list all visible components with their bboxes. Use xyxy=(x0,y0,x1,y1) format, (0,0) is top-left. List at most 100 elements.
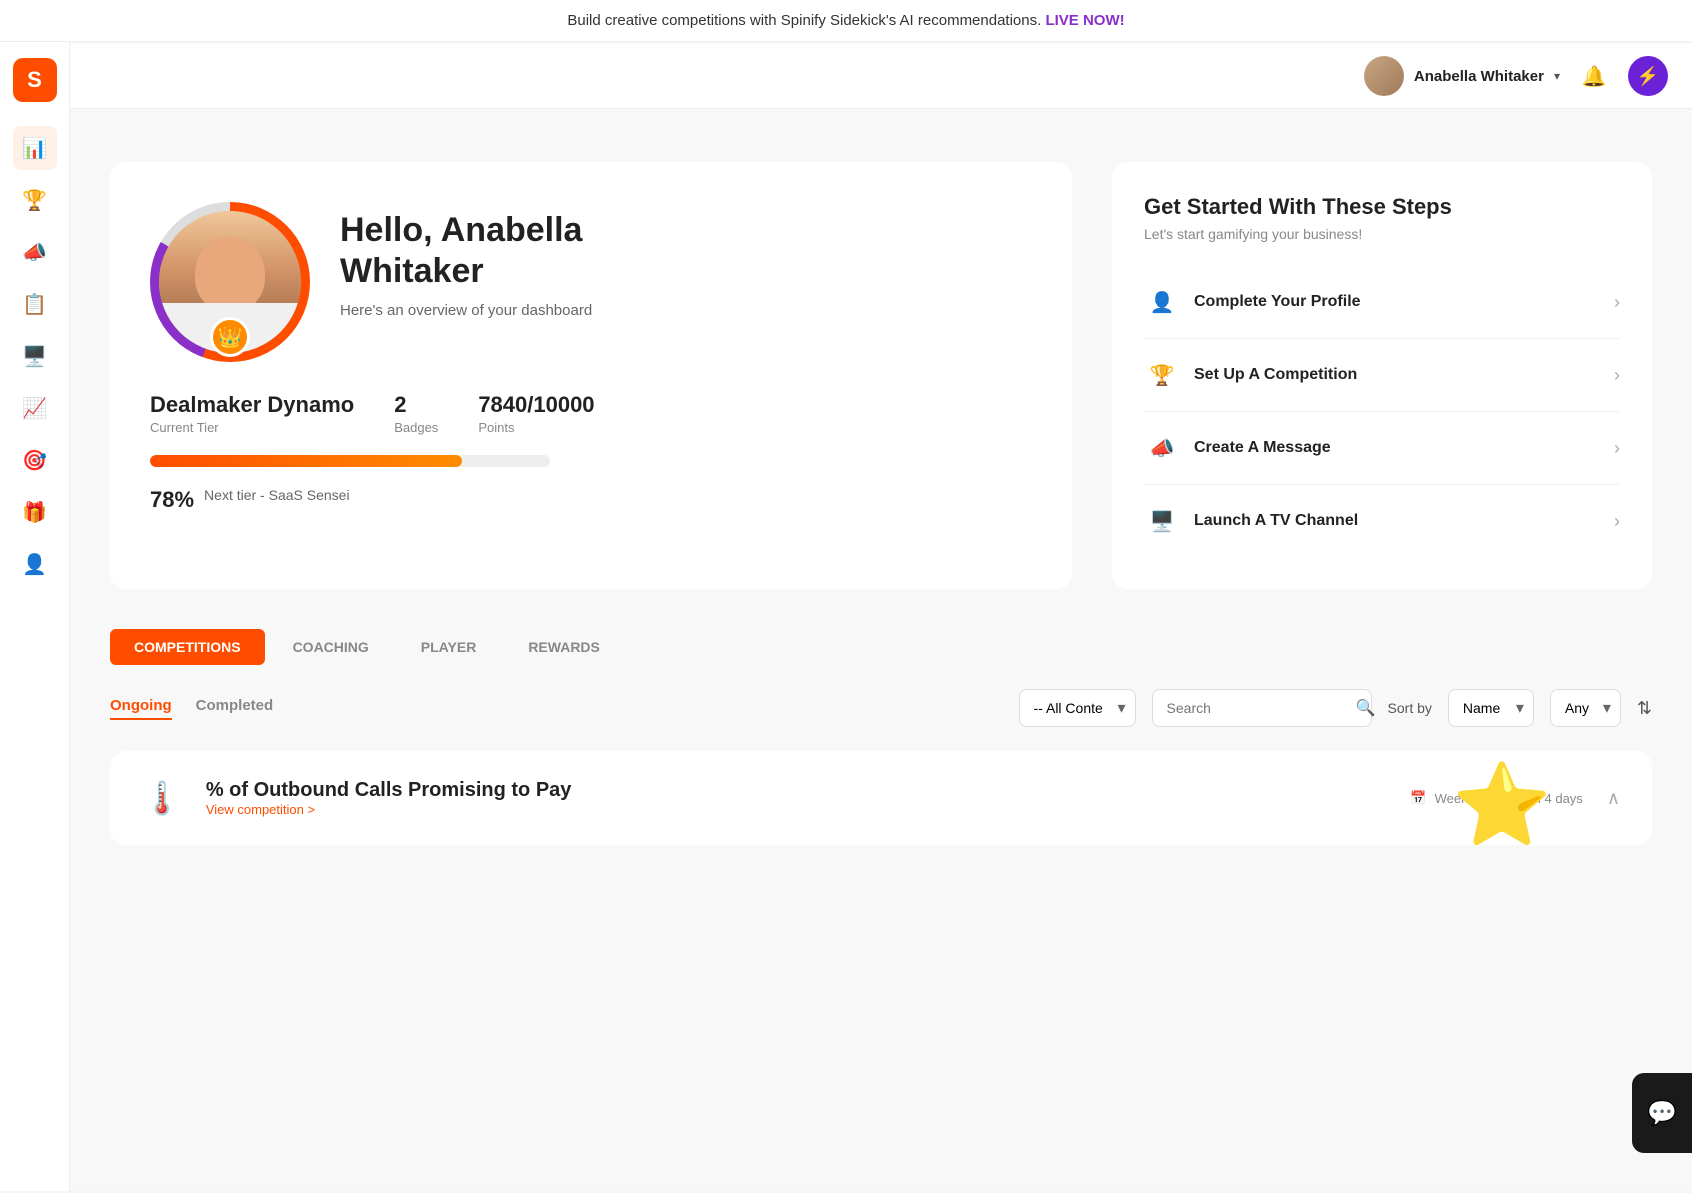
header: Anabella Whitaker ▾ 🔔 ⚡ xyxy=(70,44,1692,109)
sidebar-item-reports[interactable]: 📋 xyxy=(13,282,57,326)
bell-icon[interactable]: 🔔 xyxy=(1576,58,1612,94)
tier-name: Dealmaker Dynamo xyxy=(150,392,354,418)
overview-text: Here's an overview of your dashboard xyxy=(340,302,1032,319)
goals-icon: 🎯 xyxy=(22,448,47,473)
comp-ends: Ends in 4 days xyxy=(1498,791,1583,806)
main-content: Anabella Whitaker ▾ 🔔 ⚡ xyxy=(70,42,1692,1191)
banner-text: Build creative competitions with Spinify… xyxy=(567,12,1041,29)
sidebar: S 📊 🏆 📣 📋 🖥️ 📈 🎯 🎁 👤 xyxy=(0,42,70,1191)
profile-top: 👑 Hello, Anabella Whitaker Here's an ove… xyxy=(150,202,1032,362)
chevron-right-icon-4: › xyxy=(1614,511,1620,532)
step-label-tv: Launch A TV Channel xyxy=(1194,512,1614,530)
analytics-icon: 📈 xyxy=(22,396,47,421)
avatar-wrapper: 👑 xyxy=(150,202,310,362)
comp-title: % of Outbound Calls Promising to Pay xyxy=(206,779,572,802)
message-step-icon: 📣 xyxy=(1144,430,1180,466)
stat-badges: 2 Badges xyxy=(394,392,438,435)
chevron-right-icon-2: › xyxy=(1614,365,1620,386)
progress-percent: 78% xyxy=(150,487,194,513)
any-select[interactable]: Any xyxy=(1550,689,1621,727)
comp-chevron-up-icon[interactable]: ∧ xyxy=(1607,788,1620,809)
sidebar-item-users[interactable]: 👤 xyxy=(13,542,57,586)
search-input[interactable] xyxy=(1167,700,1348,716)
profile-section: 👑 Hello, Anabella Whitaker Here's an ove… xyxy=(110,162,1652,589)
sort-label: Sort by xyxy=(1388,700,1432,716)
chevron-down-icon: ▾ xyxy=(1554,69,1560,83)
step-tv-channel[interactable]: 🖥️ Launch A TV Channel › xyxy=(1144,485,1620,557)
chevron-right-icon: › xyxy=(1614,292,1620,313)
profile-card: 👑 Hello, Anabella Whitaker Here's an ove… xyxy=(110,162,1072,589)
comp-frequency: Weekly xyxy=(1435,791,1477,806)
badges-label: Badges xyxy=(394,420,438,435)
competition-step-icon: 🏆 xyxy=(1144,357,1180,393)
get-started-subtitle: Let's start gamifying your business! xyxy=(1144,226,1620,242)
stat-tier: Dealmaker Dynamo Current Tier xyxy=(150,392,354,435)
sidebar-item-rewards[interactable]: 🎁 xyxy=(13,490,57,534)
sidebar-item-analytics[interactable]: 📈 xyxy=(13,386,57,430)
content-filter-wrapper: -- All Conte xyxy=(1019,689,1136,727)
avatar xyxy=(1364,56,1404,96)
step-message[interactable]: 📣 Create A Message › xyxy=(1144,412,1620,485)
tab-list: COMPETITIONS COACHING PLAYER REWARDS xyxy=(110,629,1652,665)
comp-meta: 📅 Weekly • Ends in 4 days xyxy=(1410,790,1582,806)
tier-label: Current Tier xyxy=(150,420,354,435)
badges-count: 2 xyxy=(394,392,438,418)
sidebar-item-messages[interactable]: 📣 xyxy=(13,230,57,274)
sidebar-item-goals[interactable]: 🎯 xyxy=(13,438,57,482)
step-label-message: Create A Message xyxy=(1194,439,1614,457)
progress-bar-wrapper: 78% Next tier - SaaS Sensei xyxy=(150,455,1032,513)
tabs-section: COMPETITIONS COACHING PLAYER REWARDS Ong… xyxy=(110,629,1652,845)
greeting: Hello, Anabella Whitaker xyxy=(340,210,1032,292)
user-info[interactable]: Anabella Whitaker ▾ xyxy=(1364,56,1560,96)
tab-coaching[interactable]: COACHING xyxy=(269,629,393,665)
lightning-button[interactable]: ⚡ xyxy=(1628,56,1668,96)
user-name: Anabella Whitaker xyxy=(1414,68,1544,85)
display-icon: 🖥️ xyxy=(22,344,47,369)
subtab-list: Ongoing Completed xyxy=(110,697,297,720)
points-label: Points xyxy=(478,420,594,435)
chat-bubble[interactable]: 💬 xyxy=(1632,1073,1692,1153)
tab-player[interactable]: PLAYER xyxy=(397,629,501,665)
sidebar-item-dashboard[interactable]: 📊 xyxy=(13,126,57,170)
subtab-ongoing[interactable]: Ongoing xyxy=(110,697,172,720)
step-complete-profile[interactable]: 👤 Complete Your Profile › xyxy=(1144,266,1620,339)
sort-select[interactable]: Name Date Status xyxy=(1448,689,1534,727)
filter-row: Ongoing Completed -- All Conte 🔍 Sort by xyxy=(110,689,1652,727)
search-box: 🔍 xyxy=(1152,689,1372,727)
sort-order-icon[interactable]: ⇅ xyxy=(1637,698,1652,719)
competition-card: 🌡️ % of Outbound Calls Promising to Pay … xyxy=(110,751,1652,845)
dashboard-icon: 📊 xyxy=(22,136,47,161)
stat-points: 7840/10000 Points xyxy=(478,392,594,435)
tv-step-icon: 🖥️ xyxy=(1144,503,1180,539)
subtab-completed[interactable]: Completed xyxy=(196,697,274,720)
rewards-icon: 🎁 xyxy=(22,500,47,525)
content-filter-select[interactable]: -- All Conte xyxy=(1019,689,1136,727)
calendar-icon: 📅 xyxy=(1410,790,1426,806)
progress-bar-bg xyxy=(150,455,550,467)
sidebar-item-competitions[interactable]: 🏆 xyxy=(13,178,57,222)
get-started-card: Get Started With These Steps Let's start… xyxy=(1112,162,1652,589)
profile-text: Hello, Anabella Whitaker Here's an overv… xyxy=(340,202,1032,319)
top-banner: Build creative competitions with Spinify… xyxy=(0,0,1692,42)
step-competition[interactable]: 🏆 Set Up A Competition › xyxy=(1144,339,1620,412)
step-label-competition: Set Up A Competition xyxy=(1194,366,1614,384)
view-competition-link[interactable]: View competition > xyxy=(206,802,572,817)
any-select-wrapper: Any xyxy=(1550,689,1621,727)
reports-icon: 📋 xyxy=(22,292,47,317)
progress-next-tier: Next tier - SaaS Sensei xyxy=(204,487,350,503)
crown-badge: 👑 xyxy=(210,317,250,357)
progress-bar-fill xyxy=(150,455,462,467)
points-display: 7840/10000 xyxy=(478,392,594,418)
sidebar-logo[interactable]: S xyxy=(13,58,57,102)
chevron-right-icon-3: › xyxy=(1614,438,1620,459)
tab-competitions[interactable]: COMPETITIONS xyxy=(110,629,265,665)
comp-dot: • xyxy=(1485,791,1490,806)
search-icon: 🔍 xyxy=(1356,698,1376,718)
comp-details: % of Outbound Calls Promising to Pay Vie… xyxy=(206,779,572,817)
live-now-label[interactable]: LIVE NOW! xyxy=(1045,12,1124,29)
messages-icon: 📣 xyxy=(22,240,47,265)
sidebar-item-display[interactable]: 🖥️ xyxy=(13,334,57,378)
tab-rewards[interactable]: REWARDS xyxy=(504,629,624,665)
profile-stats: Dealmaker Dynamo Current Tier 2 Badges 7… xyxy=(150,392,1032,435)
profile-step-icon: 👤 xyxy=(1144,284,1180,320)
